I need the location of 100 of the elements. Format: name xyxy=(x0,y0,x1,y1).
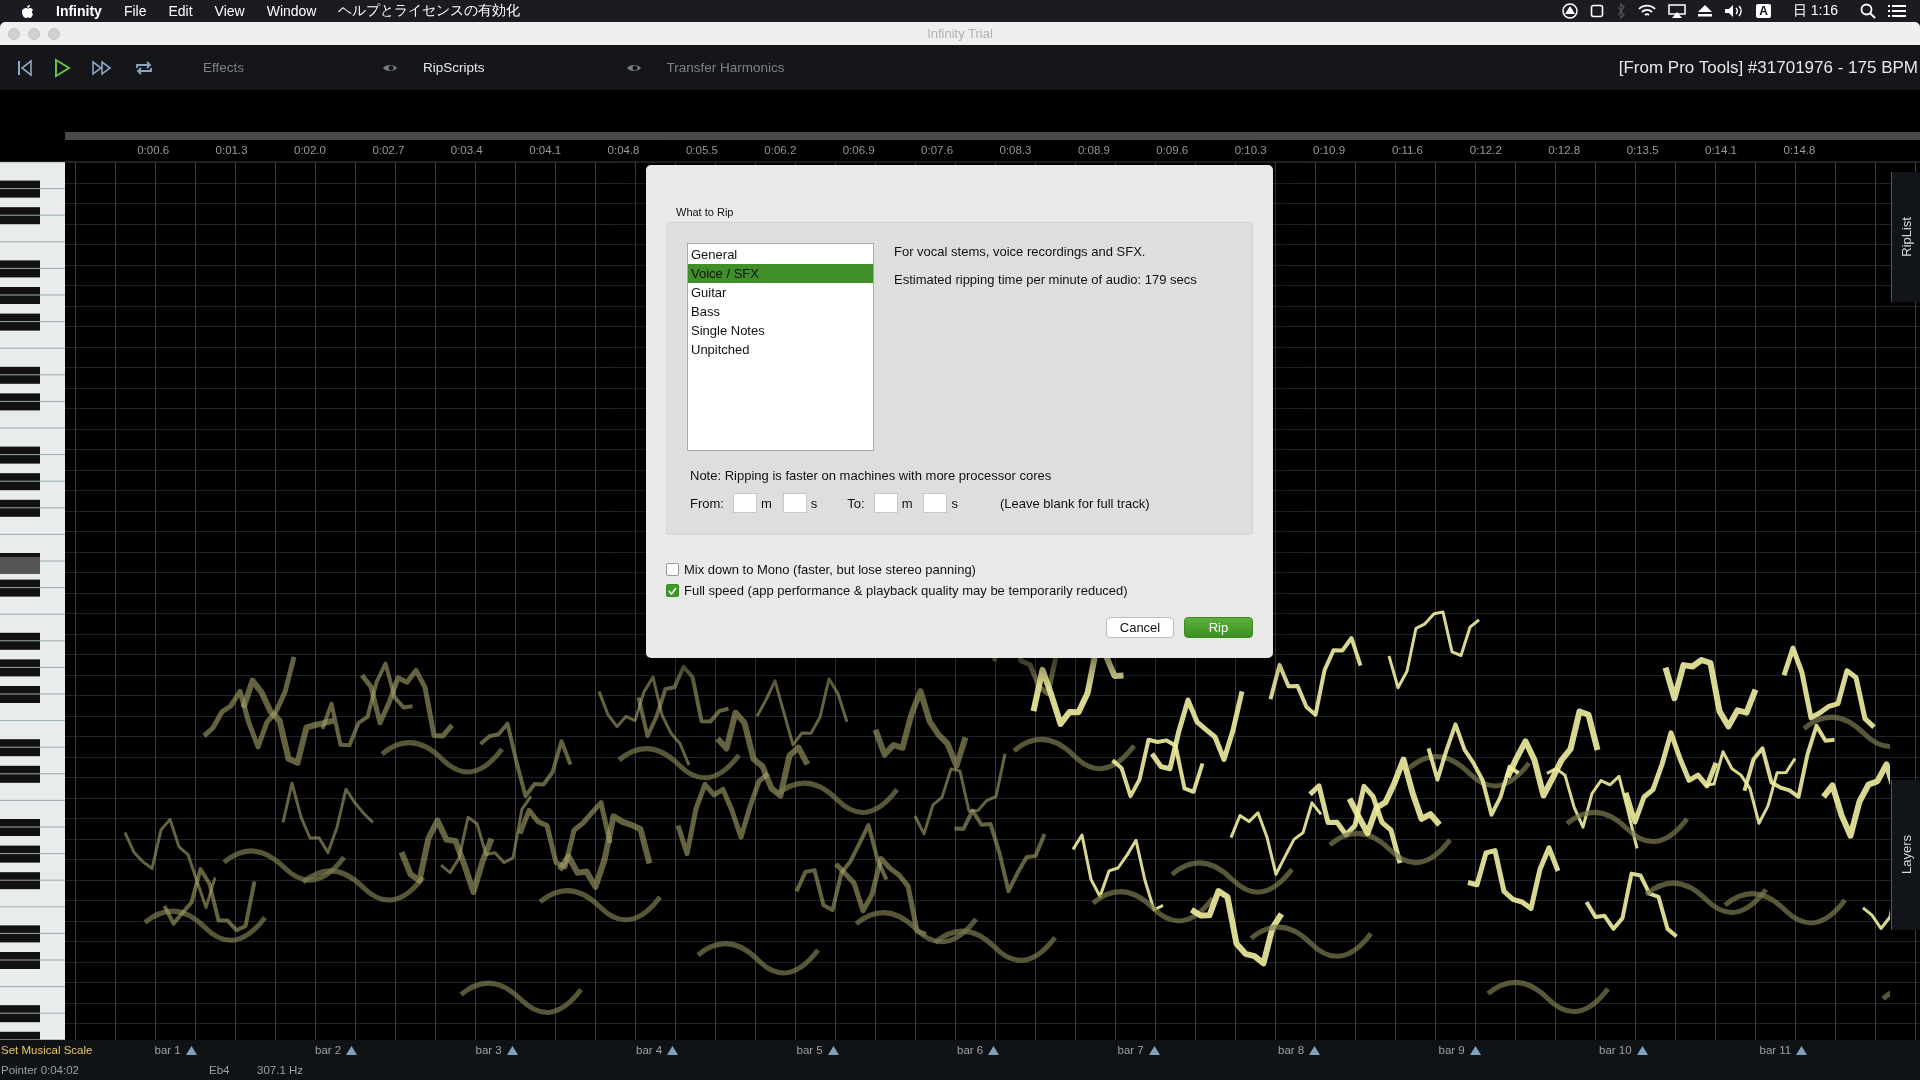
bar-label: bar 8 xyxy=(1278,1044,1305,1056)
triangle-marker-icon[interactable] xyxy=(1469,1045,1481,1055)
group-title: What to Rip xyxy=(676,206,735,219)
checkbox-label: Full speed (app performance & playback quality may be temporarily reduced) xyxy=(684,583,1128,598)
time-label: 0:14.8 xyxy=(1782,144,1817,157)
menu-item[interactable]: ヘルプとライセンスの有効化 xyxy=(338,2,521,20)
bar-label: bar 10 xyxy=(1599,1044,1632,1056)
menu-item[interactable]: Window xyxy=(266,3,317,19)
piano-keyboard-drawing[interactable] xyxy=(0,162,65,1040)
fast-forward-icon[interactable] xyxy=(91,59,113,76)
menu-item[interactable]: File xyxy=(123,3,147,19)
time-label: 0:04.8 xyxy=(606,144,641,157)
bar-label: bar 11 xyxy=(1759,1044,1792,1056)
preset-item[interactable]: Single Notes xyxy=(688,321,873,340)
input-source-indicator[interactable]: A xyxy=(1756,4,1771,18)
toolbar-tab[interactable]: Effects xyxy=(203,60,245,75)
display-icon[interactable] xyxy=(1668,4,1687,18)
bar-label: bar 9 xyxy=(1438,1044,1465,1056)
range-label: To: xyxy=(847,495,865,511)
apple-icon[interactable] xyxy=(20,3,34,19)
skip-back-icon[interactable] xyxy=(17,58,33,77)
bar-label: bar 2 xyxy=(315,1044,342,1056)
frequency-readout: 307.1 Hz xyxy=(257,1064,304,1076)
time-label: 0:04.1 xyxy=(528,144,563,157)
bar-label: bar 1 xyxy=(154,1044,181,1056)
list-icon[interactable] xyxy=(1888,4,1906,18)
triangle-marker-icon[interactable] xyxy=(1148,1045,1160,1055)
time-label: 0:08.3 xyxy=(998,144,1033,157)
pointer-time: Pointer 0:04:02 xyxy=(0,1064,80,1076)
bar-label: bar 6 xyxy=(957,1044,984,1056)
window-title: Infinity Trial xyxy=(927,26,993,41)
range-label: From: xyxy=(690,495,724,511)
time-label: 0:12.8 xyxy=(1547,144,1582,157)
time-label: 0:12.2 xyxy=(1468,144,1503,157)
triangle-circle-icon[interactable] xyxy=(1562,3,1579,19)
square-icon[interactable] xyxy=(1590,4,1605,18)
time-label: 0:02.7 xyxy=(371,144,406,157)
cancel-button[interactable]: Cancel xyxy=(1106,617,1174,638)
bar-label: bar 3 xyxy=(475,1044,502,1056)
timeline-scroll-track[interactable] xyxy=(65,132,1920,140)
triangle-marker-icon[interactable] xyxy=(506,1045,518,1055)
unit-label: m xyxy=(760,495,772,511)
range-hint: (Leave blank for full track) xyxy=(1000,495,1150,511)
time-label: 0:11.6 xyxy=(1390,144,1424,157)
volume-icon[interactable] xyxy=(1724,4,1745,18)
preset-description: For vocal stems, voice recordings and SFX. xyxy=(894,244,1147,259)
time-label: 0:07.6 xyxy=(920,144,955,157)
menu-item[interactable]: View xyxy=(214,3,245,19)
time-field[interactable] xyxy=(923,493,948,513)
triangle-marker-icon[interactable] xyxy=(667,1045,679,1055)
time-label: 0:08.9 xyxy=(1076,144,1111,157)
time-label: 0:13.5 xyxy=(1625,144,1660,157)
toolbar-tab[interactable]: Transfer Harmonics xyxy=(666,60,785,75)
time-label: 0:02.0 xyxy=(293,144,327,157)
triangle-marker-icon[interactable] xyxy=(827,1045,839,1055)
note-text: Note: Ripping is faster on machines with more processor cores xyxy=(690,468,1053,483)
time-field[interactable] xyxy=(782,493,807,513)
unit-label: s xyxy=(951,495,958,511)
time-label: 0:03.4 xyxy=(449,144,484,157)
triangle-marker-icon[interactable] xyxy=(346,1045,358,1055)
eject-icon[interactable] xyxy=(1698,5,1713,17)
bar-label: bar 7 xyxy=(1117,1044,1144,1056)
triangle-marker-icon[interactable] xyxy=(1796,1045,1808,1055)
time-label: 0:01.3 xyxy=(214,144,249,157)
time-field[interactable] xyxy=(732,493,757,513)
preset-item[interactable]: General xyxy=(688,245,873,264)
note-name: Eb4 xyxy=(209,1064,231,1076)
app-menu[interactable]: Infinity xyxy=(56,3,102,19)
triangle-marker-icon[interactable] xyxy=(988,1045,1000,1055)
side-tab[interactable]: Layers xyxy=(1891,780,1920,930)
time-label: 0:09.6 xyxy=(1155,144,1190,157)
menu-clock[interactable]: 日 1:16 xyxy=(1792,2,1838,20)
preset-item[interactable]: Bass xyxy=(688,302,873,321)
preset-item[interactable]: Guitar xyxy=(688,283,873,302)
triangle-marker-icon[interactable] xyxy=(1309,1045,1321,1055)
session-info: [From Pro Tools] #31701976 - 175 BPM xyxy=(1618,57,1919,78)
search-icon[interactable] xyxy=(1860,3,1876,19)
time-label: 0:06.2 xyxy=(763,144,798,157)
triangle-marker-icon[interactable] xyxy=(185,1045,197,1055)
time-label: 0:00.6 xyxy=(136,144,171,157)
time-label: 0:10.3 xyxy=(1233,144,1268,157)
side-tab[interactable]: RipList xyxy=(1891,172,1920,302)
set-scale-button[interactable]: Set Musical Scale xyxy=(0,1044,155,1056)
menu-item[interactable]: Edit xyxy=(168,3,193,19)
toolbar-tab[interactable]: RipScripts xyxy=(423,60,485,75)
loop-icon[interactable] xyxy=(133,58,155,77)
time-field[interactable] xyxy=(873,493,898,513)
checkbox[interactable] xyxy=(666,584,679,597)
preset-item[interactable]: Voice / SFX xyxy=(688,264,873,283)
unit-label: m xyxy=(901,495,913,511)
triangle-marker-icon[interactable] xyxy=(1636,1045,1648,1055)
time-label: 0:06.9 xyxy=(841,144,876,157)
checkbox[interactable] xyxy=(666,563,679,576)
bar-label: bar 4 xyxy=(636,1044,663,1056)
preset-item[interactable]: Unpitched xyxy=(688,340,873,359)
time-label: 0:10.9 xyxy=(1312,144,1347,157)
wifi-icon[interactable] xyxy=(1638,4,1657,18)
time-label: 0:14.1 xyxy=(1704,144,1738,157)
play-icon[interactable] xyxy=(53,57,71,78)
time-estimate: Estimated ripping time per minute of audio: 179 secs xyxy=(894,272,1197,287)
